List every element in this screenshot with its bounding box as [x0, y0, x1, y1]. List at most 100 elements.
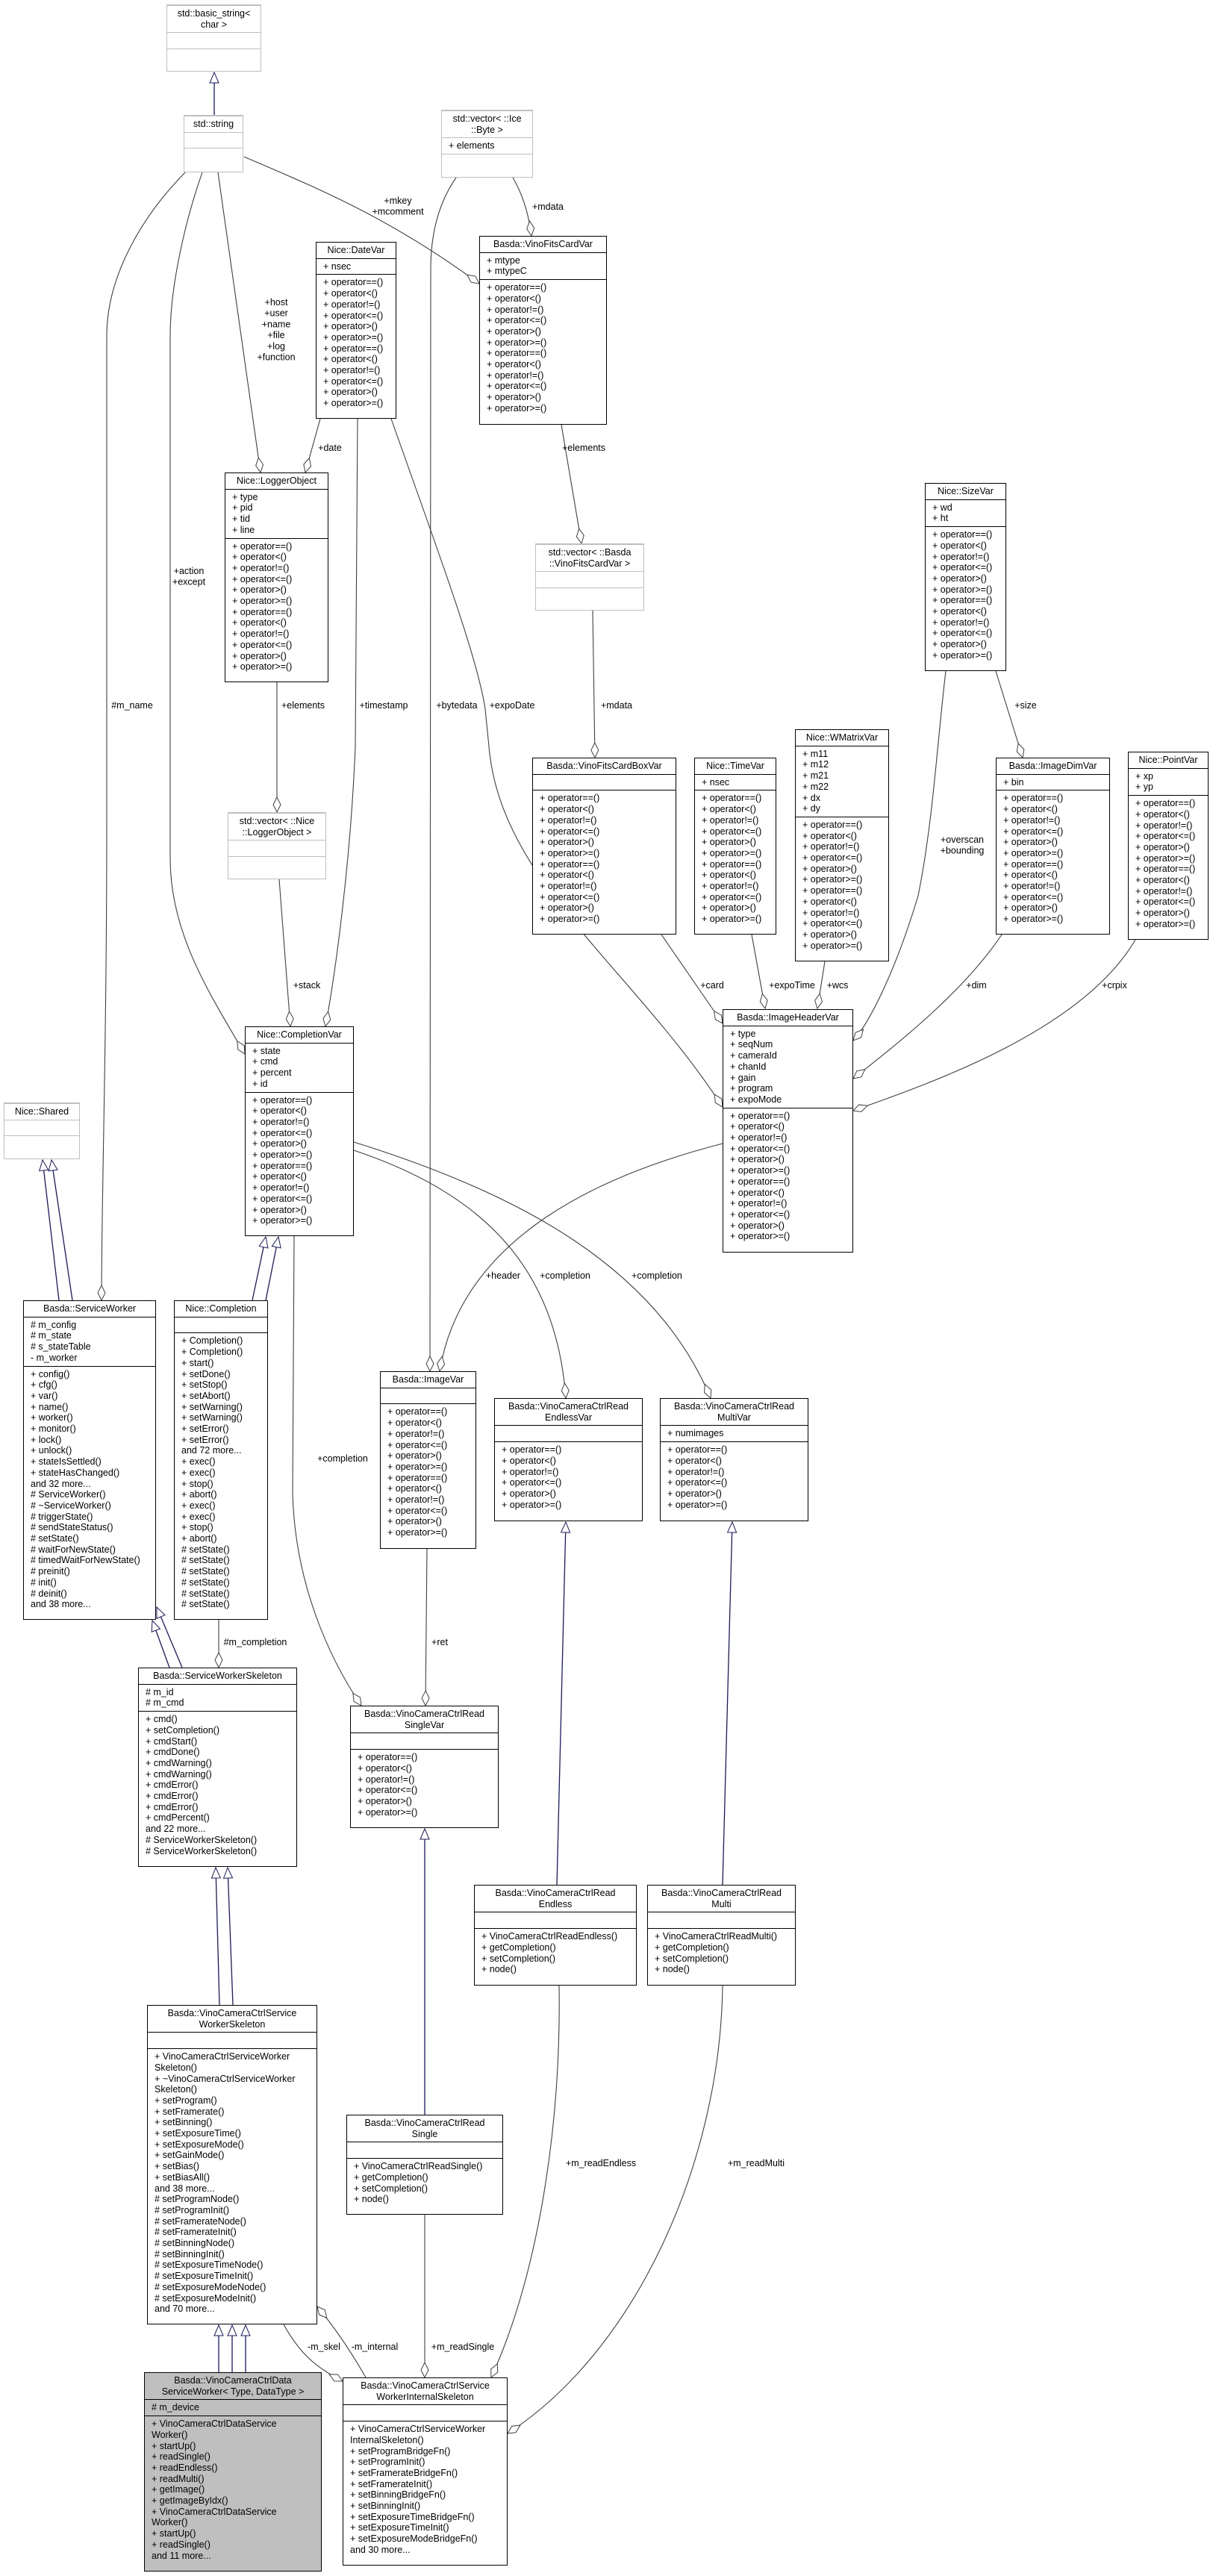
methods-compartment-line: + stop(): [181, 1478, 213, 1489]
methods-compartment-line: + operator>=(): [540, 914, 600, 925]
methods-compartment-line: # setExposureModeInit(): [155, 2292, 257, 2304]
class-dataworker[interactable]: Basda::VinoCameraCtrlData ServiceWorker< …: [144, 2372, 322, 2572]
class-name-line: Nice::Shared: [14, 1106, 69, 1117]
methods-compartment-line: + operator!=(): [1003, 814, 1061, 826]
attributes-compartment: [475, 1912, 636, 1928]
methods-compartment-line: + operator>(): [702, 837, 756, 848]
class-swskeleton[interactable]: Basda::ServiceWorkerSkeleton # m_id # m_cm…: [138, 1668, 297, 1867]
class-endlessvar[interactable]: Basda::VinoCameraCtrlRead EndlessVar + ope…: [494, 1398, 643, 1521]
class-name-line: Basda::ServiceWorker: [43, 1303, 137, 1314]
methods-compartment-line: + operator<(): [387, 1483, 442, 1494]
class-datevar[interactable]: Nice::DateVar + nsec + operator==() + opera…: [316, 242, 396, 419]
class-readsingle[interactable]: Basda::VinoCameraCtrlRead Single + VinoCam…: [346, 2115, 503, 2215]
class-pointvar[interactable]: Nice::PointVar + xp + yp + operator==() + op…: [1128, 752, 1209, 940]
methods-compartment-line: + cmdWarning(): [146, 1768, 212, 1780]
class-fitsbox[interactable]: Basda::VinoFitsCardBoxVar + operator==() +…: [532, 758, 676, 935]
methods-compartment-line: + setExposureTimeInit(): [350, 2522, 449, 2533]
inheritance-edge: [722, 1522, 732, 1886]
methods-compartment-line: + setStop(): [181, 1379, 228, 1391]
edge-label: +bounding: [941, 846, 985, 856]
class-name-line: Nice::WMatrixVar: [805, 732, 879, 743]
attributes-compartment: [351, 1733, 498, 1749]
class-timevar[interactable]: Nice::TimeVar + nsec + operator==() + opera…: [694, 758, 776, 935]
class-string[interactable]: std::string: [184, 115, 243, 172]
methods-compartment-line: + operator!=(): [730, 1198, 788, 1209]
methods-compartment-line: + setBinningBridgeFn(): [350, 2489, 446, 2501]
methods-compartment-line: + operator<(): [667, 1455, 722, 1466]
methods-compartment-line: + getCompletion(): [655, 1942, 729, 1953]
methods-compartment-line: + operator>=(): [702, 914, 762, 925]
class-shared[interactable]: Nice::Shared: [4, 1103, 80, 1159]
methods-compartment: + operator==() + operator<() + operator!=(…: [796, 816, 888, 961]
class-completion[interactable]: Nice::Completion + Completion() + Completi…: [174, 1300, 268, 1620]
class-name-line: ServiceWorker< Type, DataType >: [161, 2386, 305, 2397]
class-multivar[interactable]: Basda::VinoCameraCtrlRead MultiVar + numim…: [660, 1398, 808, 1521]
edge-label: #m_name: [111, 700, 153, 711]
methods-compartment: + operator==() + operator<() + operator!=(…: [723, 1107, 852, 1252]
class-fitscardvar[interactable]: Basda::VinoFitsCardVar + mtype + mtypeC + o…: [479, 236, 607, 425]
class-name: Basda::VinoCameraCtrlRead Endless: [475, 1886, 636, 1912]
methods-compartment-line: + operator!=(): [932, 617, 990, 628]
methods-compartment: [536, 587, 643, 610]
class-ihv[interactable]: Basda::ImageHeaderVar + type + seqNum + cam…: [723, 1009, 853, 1253]
methods-compartment-line: and 70 more...: [155, 2304, 215, 2315]
methods-compartment-line: + operator<=(): [932, 628, 993, 639]
class-completionvar[interactable]: Nice::CompletionVar + state + cmd + percent…: [245, 1026, 354, 1236]
methods-compartment-line: and 11 more...: [152, 2550, 211, 2561]
methods-compartment-line: + operator==(): [667, 1444, 728, 1456]
attributes-compartment-line: + m21: [802, 770, 829, 782]
attributes-compartment: [343, 2404, 507, 2421]
class-name: Basda::VinoFitsCardBoxVar: [533, 758, 676, 774]
methods-compartment-line: + operator<(): [323, 354, 378, 365]
class-imagedim[interactable]: Basda::ImageDimVar + bin + operator==() + o…: [996, 758, 1110, 935]
class-name-line: SingleVar: [404, 1719, 445, 1730]
class-vccsws[interactable]: Basda::VinoCameraCtrlService WorkerSkelet…: [147, 2005, 317, 2324]
attributes-compartment: + type + pid + tid + line: [225, 488, 328, 538]
methods-compartment: + operator==() + operator<() + operator!=(…: [926, 526, 1005, 670]
methods-compartment-line: # setFramerateNode(): [155, 2215, 246, 2227]
methods-compartment-line: + exec(): [181, 1467, 216, 1478]
methods-compartment-line: + cfg(): [31, 1379, 57, 1391]
class-name-line: Single: [411, 2128, 438, 2139]
methods-compartment-line: + operator!=(): [1135, 820, 1193, 831]
edge-label: +elements: [281, 700, 325, 711]
methods-compartment-line: + operator==(): [730, 1176, 791, 1187]
class-basic-string[interactable]: std::basic_string< char >: [166, 4, 261, 72]
class-vec-logger[interactable]: std::vector< ::Nice::LoggerObject >: [228, 812, 326, 879]
attributes-compartment: # m_config # m_state # s_stateTable - m_wor…: [24, 1316, 155, 1366]
methods-compartment-line: + setExposureModeBridgeFn(): [350, 2533, 478, 2545]
attributes-compartment: + wd + ht: [926, 499, 1005, 526]
class-singlevar[interactable]: Basda::VinoCameraCtrlRead SingleVar + oper…: [350, 1706, 499, 1828]
attributes-compartment: + xp + yp: [1129, 767, 1208, 795]
methods-compartment-line: + operator==(): [1003, 858, 1064, 870]
methods-compartment: + cmd() + setCompletion() + cmdStart() + cm…: [139, 1711, 296, 1866]
methods-compartment-line: + operator<(): [252, 1171, 307, 1182]
methods-compartment: + operator==() + operator<() + operator!=(…: [997, 790, 1109, 934]
methods-compartment-line: + config(): [31, 1368, 70, 1379]
class-vec-fits[interactable]: std::vector< ::Basda::VinoFitsCardVar >: [535, 543, 644, 611]
class-readendless[interactable]: Basda::VinoCameraCtrlRead Endless + VinoCa…: [474, 1885, 637, 1986]
methods-compartment-line: + operator<=(): [358, 1785, 418, 1796]
class-vec-byte[interactable]: std::vector< ::Ice::Byte > + elements: [441, 110, 533, 178]
class-logger[interactable]: Nice::LoggerObject + type + pid + tid + line…: [225, 473, 328, 682]
class-sizevar[interactable]: Nice::SizeVar + wd + ht + operator==() + ope…: [925, 483, 1006, 671]
methods-compartment-line: + cmdWarning(): [146, 1757, 212, 1768]
class-name: Basda::ServiceWorker: [24, 1301, 155, 1317]
class-internal[interactable]: Basda::VinoCameraCtrlService WorkerIntern…: [343, 2377, 508, 2566]
class-wmatrix[interactable]: Nice::WMatrixVar + m11 + m12 + m21 + m22 + dx…: [795, 729, 889, 961]
class-readmulti[interactable]: Basda::VinoCameraCtrlRead Multi + VinoCame…: [647, 1885, 796, 1986]
methods-compartment: + VinoCameraCtrlReadMulti() + getCompleti…: [648, 1928, 795, 1985]
methods-compartment-line: + operator>=(): [802, 874, 863, 885]
class-serviceworker[interactable]: Basda::ServiceWorker# m_config # m_state #…: [23, 1300, 156, 1620]
attributes-compartment-line: + type: [232, 491, 258, 502]
methods-compartment-line: + abort(): [181, 1489, 217, 1500]
class-name-line: WorkerSkeleton: [199, 2018, 266, 2030]
methods-compartment-line: # ServiceWorkerSkeleton(): [146, 1834, 258, 1845]
class-name-line: Basda::VinoCameraCtrlRead: [661, 1888, 782, 1898]
methods-compartment-line: + VinoCameraCtrlReadMulti(): [655, 1931, 778, 1942]
methods-compartment-line: + operator<=(): [1135, 896, 1196, 908]
methods-compartment-line: + operator>(): [487, 392, 541, 403]
methods-compartment-line: + operator!=(): [232, 629, 290, 640]
class-imagevar[interactable]: Basda::ImageVar + operator==() + operator<…: [380, 1371, 476, 1549]
edge-label: #m_completion: [224, 1637, 287, 1647]
